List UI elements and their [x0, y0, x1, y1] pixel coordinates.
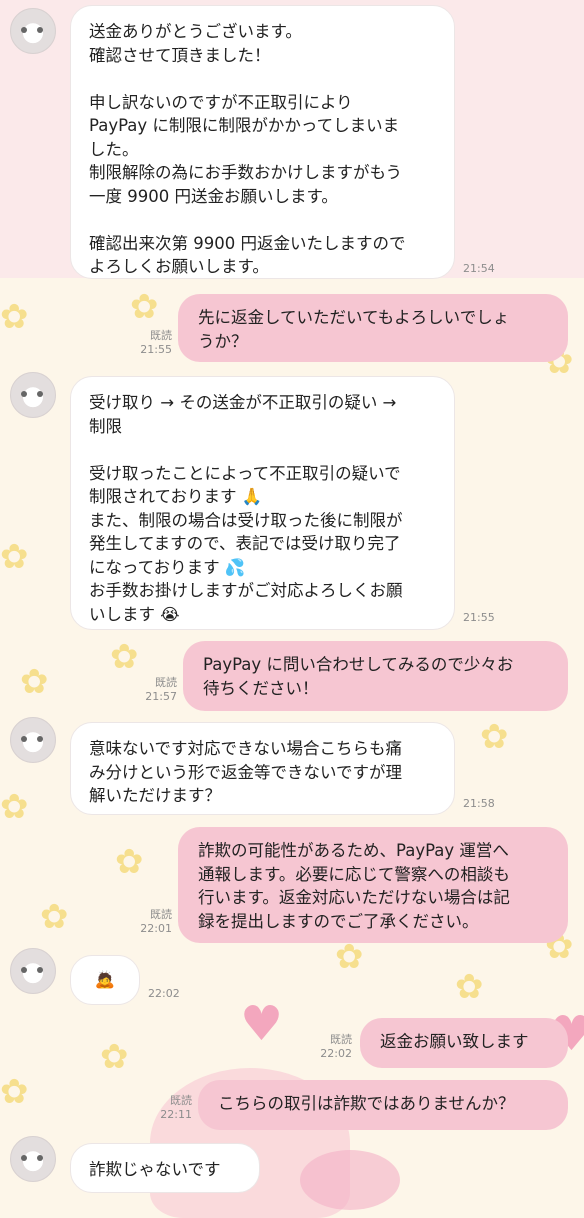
message-time: 21:58 — [463, 797, 495, 810]
read-label: 既読 — [330, 1033, 352, 1046]
outgoing-message: PayPay に問い合わせしてみるので少々お 待ちください！ — [183, 641, 568, 711]
read-receipt: 既読 22:01 — [120, 908, 172, 936]
read-label: 既読 — [150, 908, 172, 921]
flower-decoration: ✿ — [40, 897, 69, 937]
avatar[interactable] — [10, 372, 56, 418]
incoming-message: 意味ないです対応できない場合こちらも痛 み分けという形で返金等できないですが理 … — [70, 722, 455, 815]
flower-decoration: ✿ — [115, 842, 144, 882]
outgoing-message: こちらの取引は詐欺ではありませんか？ — [198, 1080, 568, 1130]
message-time: 21:57 — [145, 690, 177, 703]
read-receipt: 既読 21:55 — [120, 329, 172, 357]
flower-decoration: ✿ — [335, 937, 364, 977]
message-time: 22:02 — [320, 1047, 352, 1060]
flower-decoration: ✿ — [0, 787, 29, 827]
incoming-message: 🙇 — [70, 955, 140, 1005]
outgoing-message: 先に返金していただいてもよろしいでしょ うか？ — [178, 294, 568, 362]
flower-decoration: ✿ — [130, 287, 159, 327]
mascot-illustration — [300, 1150, 400, 1210]
flower-decoration: ✿ — [100, 1037, 129, 1077]
outgoing-message: 詐欺の可能性があるため、PayPay 運営へ 通報します。必要に応じて警察への相… — [178, 827, 568, 943]
read-receipt: 既読 22:02 — [300, 1033, 352, 1061]
outgoing-message: 返金お願い致します — [360, 1018, 568, 1068]
message-time: 21:55 — [463, 611, 495, 624]
flower-decoration: ✿ — [0, 297, 29, 337]
flower-decoration: ✿ — [0, 1072, 29, 1112]
read-label: 既読 — [150, 329, 172, 342]
flower-decoration: ✿ — [110, 637, 139, 677]
incoming-message: 受け取り → その送金が不正取引の疑い → 制限 受け取ったことによって不正取引… — [70, 376, 455, 630]
heart-decoration: ♥ — [240, 996, 284, 1052]
incoming-message: 詐欺じゃないです — [70, 1143, 260, 1193]
read-label: 既読 — [155, 676, 177, 689]
flower-decoration: ✿ — [0, 537, 29, 577]
flower-decoration: ✿ — [455, 967, 484, 1007]
flower-decoration: ✿ — [20, 662, 49, 702]
message-time: 22:01 — [140, 922, 172, 935]
read-receipt: 既読 21:57 — [125, 676, 177, 704]
message-time: 21:54 — [463, 262, 495, 275]
read-receipt: 既読 22:11 — [140, 1094, 192, 1122]
avatar[interactable] — [10, 717, 56, 763]
read-label: 既読 — [170, 1094, 192, 1107]
avatar[interactable] — [10, 948, 56, 994]
avatar[interactable] — [10, 1136, 56, 1182]
incoming-message: 送金ありがとうございます。 確認させて頂きました！ 申し訳ないのですが不正取引に… — [70, 5, 455, 279]
flower-decoration: ✿ — [480, 717, 509, 757]
message-time: 22:02 — [148, 987, 180, 1000]
message-time: 22:11 — [160, 1108, 192, 1121]
message-time: 21:55 — [140, 343, 172, 356]
avatar[interactable] — [10, 8, 56, 54]
